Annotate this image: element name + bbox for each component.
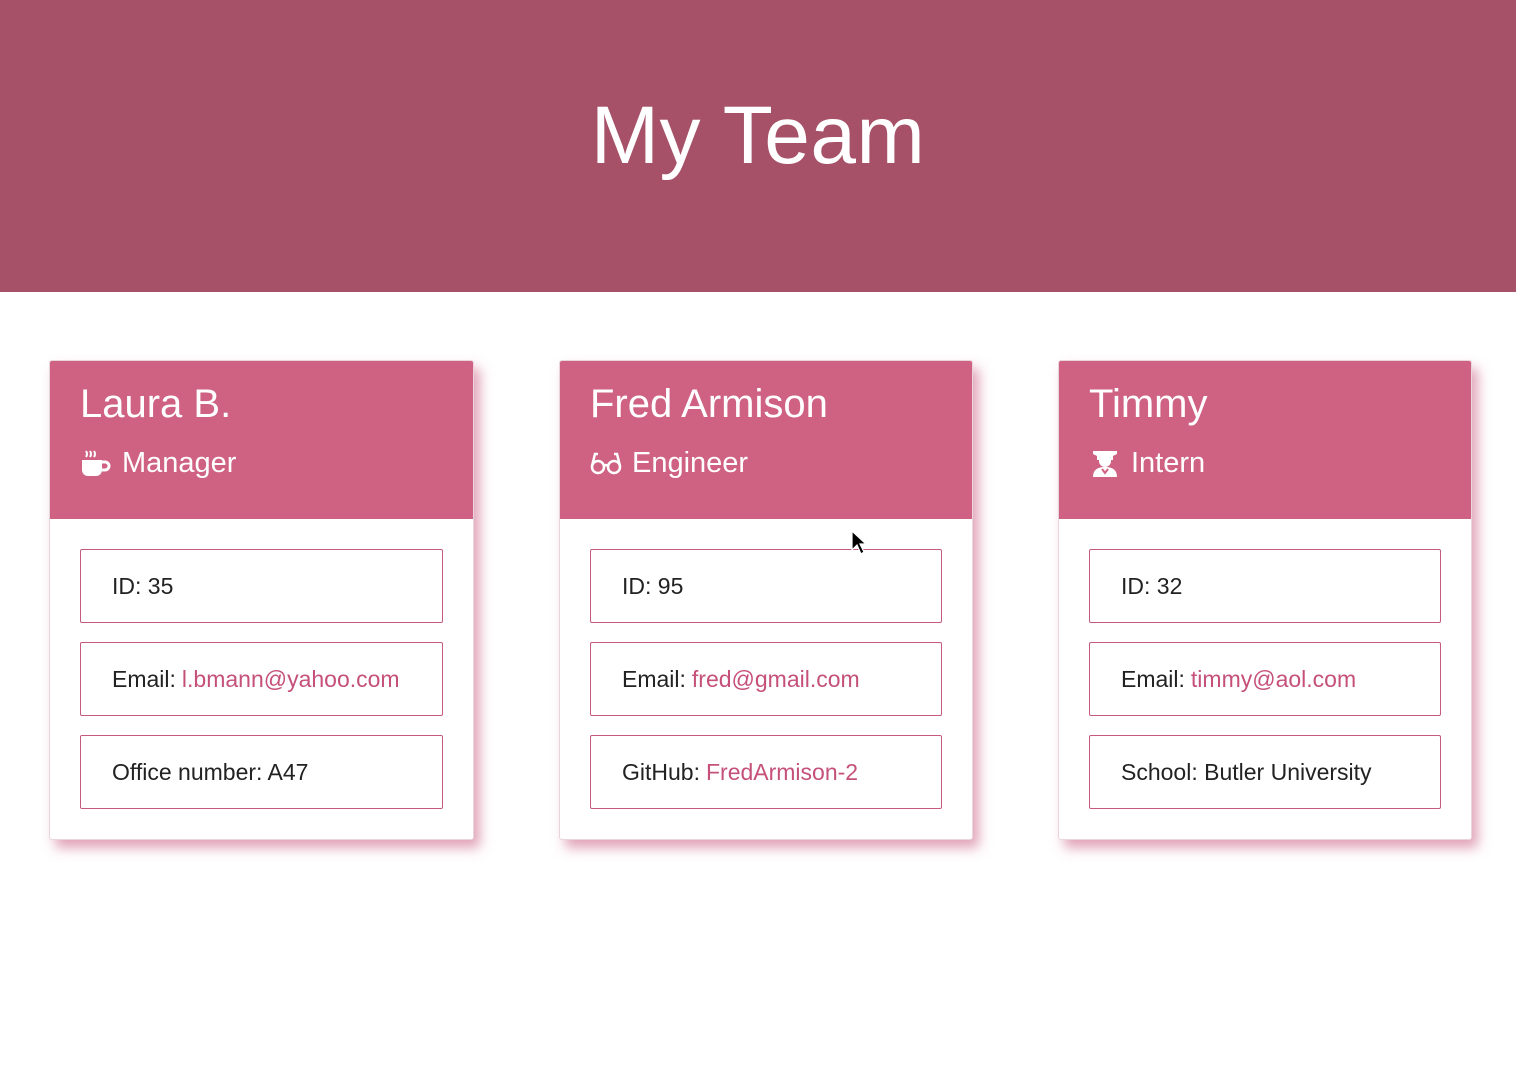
glasses-icon (590, 447, 622, 479)
employee-card-intern: Timmy Intern ID: 32 Email: timmy@aol.com… (1058, 360, 1472, 840)
email-link[interactable]: l.bmann@yahoo.com (182, 666, 400, 693)
employee-card-manager: Laura B. Manager ID: 35 Email: l.bmann@y… (49, 360, 474, 840)
email-link[interactable]: timmy@aol.com (1191, 666, 1356, 693)
email-row: Email: l.bmann@yahoo.com (80, 642, 443, 716)
card-details: ID: 32 Email: timmy@aol.com School: Butl… (1089, 549, 1441, 828)
employee-role: Intern (1089, 445, 1205, 481)
card-details: ID: 95 Email: fred@gmail.com GitHub: Fre… (590, 549, 942, 828)
employee-name: Laura B. (80, 382, 232, 426)
id-text: ID: 95 (622, 572, 684, 599)
card-header: Fred Armison Engineer (560, 361, 972, 519)
id-row: ID: 95 (590, 549, 942, 623)
id-text: ID: 32 (1121, 572, 1183, 599)
employee-card-engineer: Fred Armison Engineer ID: 95 Email: fred… (559, 360, 973, 840)
github-link[interactable]: FredArmison-2 (706, 759, 858, 786)
employee-name: Fred Armison (590, 382, 828, 426)
page-title: My Team (590, 90, 926, 181)
id-row: ID: 32 (1089, 549, 1441, 623)
school-text: School: Butler University (1121, 758, 1372, 785)
role-label: Engineer (632, 447, 749, 479)
id-row: ID: 35 (80, 549, 443, 623)
office-number-row: Office number: A47 (80, 735, 443, 809)
role-label: Intern (1131, 447, 1206, 479)
github-label: GitHub: (622, 758, 700, 785)
id-text: ID: 35 (112, 572, 174, 599)
email-link[interactable]: fred@gmail.com (692, 666, 860, 693)
email-row: Email: timmy@aol.com (1089, 642, 1441, 716)
school-row: School: Butler University (1089, 735, 1441, 809)
email-label: Email: (112, 665, 176, 692)
card-header: Laura B. Manager (50, 361, 473, 519)
role-label: Manager (122, 447, 237, 479)
card-details: ID: 35 Email: l.bmann@yahoo.com Office n… (80, 549, 443, 828)
coffee-mug-icon (80, 447, 112, 479)
mouse-cursor-icon (851, 529, 868, 556)
employee-name: Timmy (1089, 382, 1208, 426)
page-banner: My Team (0, 0, 1516, 292)
employee-role: Manager (80, 445, 236, 481)
email-row: Email: fred@gmail.com (590, 642, 942, 716)
email-label: Email: (622, 665, 686, 692)
office-number-text: Office number: A47 (112, 758, 309, 785)
employee-role: Engineer (590, 445, 748, 481)
graduate-icon (1089, 447, 1121, 479)
card-header: Timmy Intern (1059, 361, 1471, 519)
github-row: GitHub: FredArmison-2 (590, 735, 942, 809)
email-label: Email: (1121, 665, 1185, 692)
